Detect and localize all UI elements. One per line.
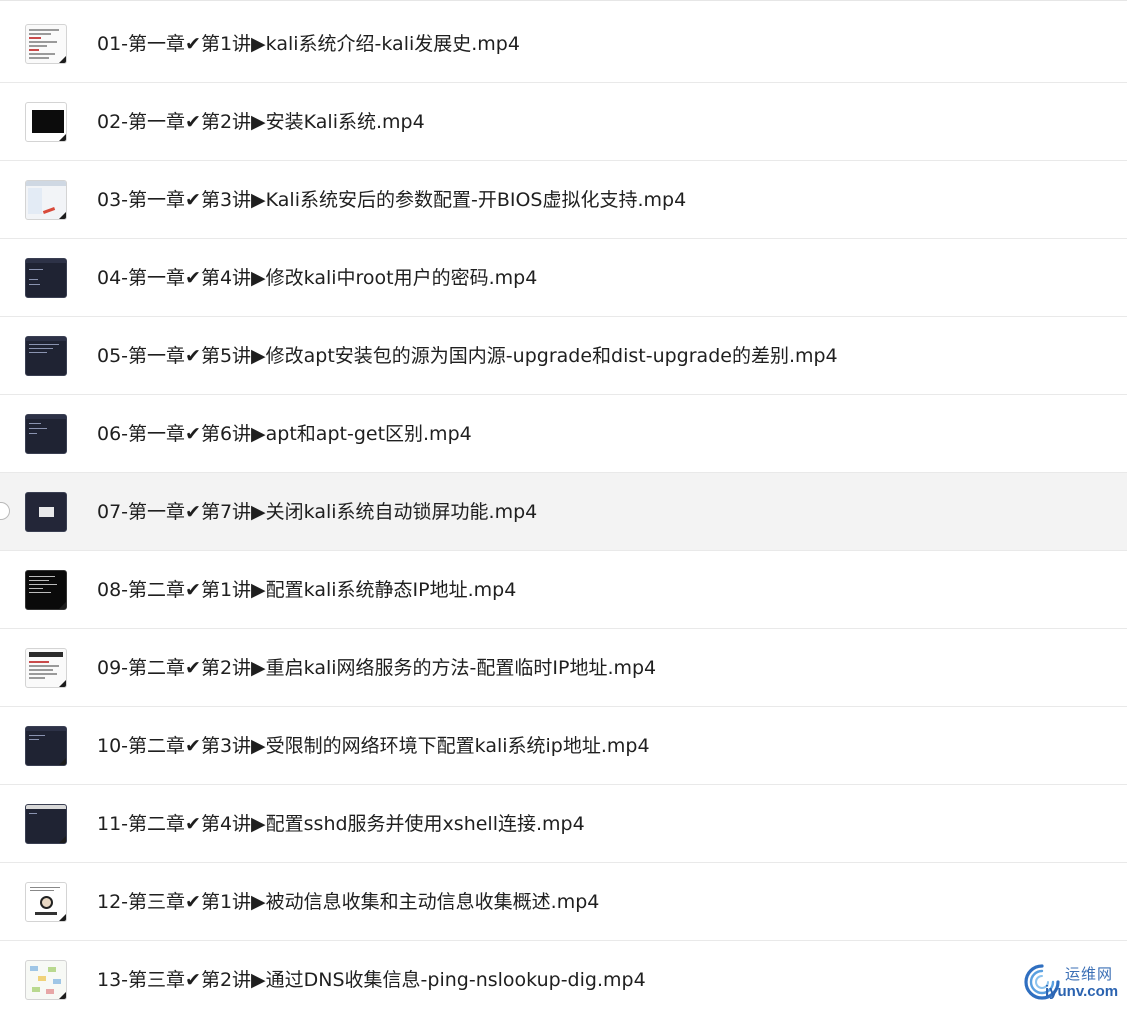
file-row[interactable]: 02-第一章✔第2讲▶安装Kali系统.mp4 bbox=[0, 83, 1127, 161]
video-thumbnail bbox=[25, 960, 67, 1000]
video-thumbnail bbox=[25, 882, 67, 922]
file-name: 12-第三章✔第1讲▶被动信息收集和主动信息收集概述.mp4 bbox=[97, 891, 600, 913]
file-row[interactable]: 07-第一章✔第7讲▶关闭kali系统自动锁屏功能.mp4 bbox=[0, 473, 1127, 551]
file-row[interactable]: 13-第三章✔第2讲▶通过DNS收集信息-ping-nslookup-dig.m… bbox=[0, 941, 1127, 1019]
file-row[interactable]: 11-第二章✔第4讲▶配置sshd服务并使用xshell连接.mp4 bbox=[0, 785, 1127, 863]
file-name: 08-第二章✔第1讲▶配置kali系统静态IP地址.mp4 bbox=[97, 579, 517, 601]
file-name: 10-第二章✔第3讲▶受限制的网络环境下配置kali系统ip地址.mp4 bbox=[97, 735, 650, 757]
file-row[interactable]: 03-第一章✔第3讲▶Kali系统安后的参数配置-开BIOS虚拟化支持.mp4 bbox=[0, 161, 1127, 239]
file-name: 05-第一章✔第5讲▶修改apt安装包的源为国内源-upgrade和dist-u… bbox=[97, 345, 838, 367]
file-name: 13-第三章✔第2讲▶通过DNS收集信息-ping-nslookup-dig.m… bbox=[97, 969, 646, 991]
video-thumbnail bbox=[25, 258, 67, 298]
video-thumbnail bbox=[25, 180, 67, 220]
video-thumbnail bbox=[25, 336, 67, 376]
video-thumbnail bbox=[25, 726, 67, 766]
video-thumbnail bbox=[25, 24, 67, 64]
selection-radio[interactable] bbox=[0, 502, 10, 520]
video-thumbnail bbox=[25, 648, 67, 688]
file-name: 04-第一章✔第4讲▶修改kali中root用户的密码.mp4 bbox=[97, 267, 538, 289]
video-thumbnail bbox=[25, 804, 67, 844]
file-name: 02-第一章✔第2讲▶安装Kali系统.mp4 bbox=[97, 111, 425, 133]
watermark-name: 运维网 bbox=[1065, 965, 1114, 983]
file-row[interactable]: 10-第二章✔第3讲▶受限制的网络环境下配置kali系统ip地址.mp4 bbox=[0, 707, 1127, 785]
site-watermark: 运维网 iyunv.com bbox=[1021, 960, 1125, 1004]
video-thumbnail bbox=[25, 102, 67, 142]
video-thumbnail bbox=[25, 414, 67, 454]
file-row[interactable]: 05-第一章✔第5讲▶修改apt安装包的源为国内源-upgrade和dist-u… bbox=[0, 317, 1127, 395]
file-row[interactable]: 04-第一章✔第4讲▶修改kali中root用户的密码.mp4 bbox=[0, 239, 1127, 317]
file-name: 07-第一章✔第7讲▶关闭kali系统自动锁屏功能.mp4 bbox=[97, 501, 538, 523]
file-name: 11-第二章✔第4讲▶配置sshd服务并使用xshell连接.mp4 bbox=[97, 813, 585, 835]
file-row[interactable]: 06-第一章✔第6讲▶apt和apt-get区别.mp4 bbox=[0, 395, 1127, 473]
file-name: 01-第一章✔第1讲▶kali系统介绍-kali发展史.mp4 bbox=[97, 33, 520, 55]
file-name: 09-第二章✔第2讲▶重启kali网络服务的方法-配置临时IP地址.mp4 bbox=[97, 657, 657, 679]
watermark-domain: iyunv.com bbox=[1045, 983, 1119, 1000]
file-list: 01-第一章✔第1讲▶kali系统介绍-kali发展史.mp4 02-第一章✔第… bbox=[0, 0, 1127, 1009]
video-thumbnail bbox=[25, 492, 67, 532]
video-thumbnail bbox=[25, 570, 67, 610]
file-row[interactable]: 08-第二章✔第1讲▶配置kali系统静态IP地址.mp4 bbox=[0, 551, 1127, 629]
file-row[interactable]: 09-第二章✔第2讲▶重启kali网络服务的方法-配置临时IP地址.mp4 bbox=[0, 629, 1127, 707]
file-name: 03-第一章✔第3讲▶Kali系统安后的参数配置-开BIOS虚拟化支持.mp4 bbox=[97, 189, 687, 211]
file-row[interactable]: 01-第一章✔第1讲▶kali系统介绍-kali发展史.mp4 bbox=[0, 5, 1127, 83]
file-name: 06-第一章✔第6讲▶apt和apt-get区别.mp4 bbox=[97, 423, 472, 445]
file-row[interactable]: 12-第三章✔第1讲▶被动信息收集和主动信息收集概述.mp4 bbox=[0, 863, 1127, 941]
